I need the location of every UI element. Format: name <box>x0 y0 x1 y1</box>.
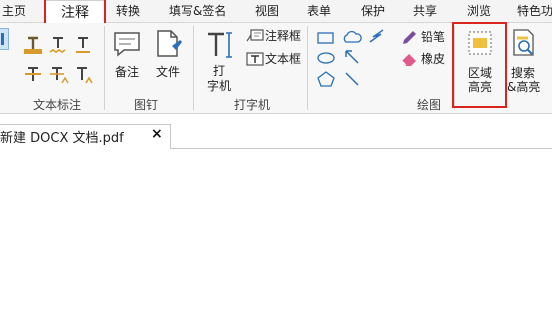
menu-features[interactable]: 特色功 <box>517 2 552 20</box>
group-label-drawing: 绘图 <box>417 98 442 112</box>
insert-text-icon <box>77 67 93 84</box>
select-text-button[interactable] <box>0 28 9 50</box>
menu-convert[interactable]: 转换 <box>116 2 140 20</box>
callout-label: 注释框 <box>265 29 302 43</box>
squiggly-underline-icon <box>49 37 66 53</box>
typewriter-icon <box>208 32 232 58</box>
file-attach-button[interactable] <box>152 28 184 63</box>
menu-protect[interactable]: 保护 <box>361 2 385 20</box>
eraser-label: 橡皮 <box>421 52 446 66</box>
rectangle-button[interactable] <box>316 30 336 49</box>
pencil-label: 铅笔 <box>421 30 446 44</box>
rectangle-icon <box>317 32 334 44</box>
group-label-pin: 图钉 <box>134 98 159 112</box>
group-separator <box>193 26 194 110</box>
group-label-typewriter: 打字机 <box>234 98 271 112</box>
group-label-text-markup: 文本标注 <box>33 98 82 112</box>
polygon-button[interactable] <box>316 70 336 91</box>
underline-icon <box>76 37 90 53</box>
replace-text-icon <box>50 67 69 84</box>
file-attachment-icon <box>157 30 182 57</box>
group-separator <box>104 26 105 110</box>
note-icon <box>114 32 140 57</box>
pencil-button[interactable] <box>400 30 418 49</box>
oval-button[interactable] <box>316 50 336 69</box>
highlight-icon <box>24 36 42 54</box>
insert-text-button[interactable] <box>73 65 95 88</box>
menu-share[interactable]: 共享 <box>413 2 437 20</box>
typewriter-button[interactable] <box>205 30 235 63</box>
eraser-button[interactable] <box>400 51 418 70</box>
menu-fill-sign[interactable]: 填写&签名 <box>169 2 226 20</box>
group-separator <box>307 26 308 110</box>
textbox-label: 文本框 <box>265 52 302 66</box>
callout-button[interactable] <box>246 28 264 47</box>
menu-browse[interactable]: 浏览 <box>467 2 491 20</box>
line-icon <box>345 72 359 86</box>
text-select-icon <box>1 33 4 45</box>
strikeout-icon <box>25 67 41 81</box>
line-button[interactable] <box>342 70 362 91</box>
replace-text-button[interactable] <box>48 65 70 88</box>
textbox-button[interactable] <box>246 51 264 70</box>
menu-form[interactable]: 表单 <box>307 2 331 20</box>
polyline-icon <box>369 29 384 43</box>
cloud-button[interactable] <box>342 28 362 49</box>
document-tab-title: 新建 DOCX 文档.pdf <box>0 131 124 146</box>
search-highlight-button[interactable] <box>511 28 537 61</box>
callout-icon <box>246 29 264 42</box>
search-highlight-label-line1: 搜索 <box>511 66 536 80</box>
typewriter-label-line1: 打 <box>213 64 226 78</box>
eraser-icon <box>401 54 416 66</box>
arrow-button[interactable] <box>342 48 362 69</box>
menu-home[interactable]: 主页 <box>2 2 26 20</box>
search-highlight-icon <box>513 29 534 56</box>
oval-icon <box>317 52 335 64</box>
close-tab-icon[interactable]: × <box>151 126 163 142</box>
pencil-icon <box>403 31 416 44</box>
file-label: 文件 <box>156 65 181 79</box>
note-button[interactable] <box>112 30 142 61</box>
search-highlight-label-line2: &高亮 <box>507 80 541 94</box>
textbox-icon <box>246 52 264 66</box>
arrow-icon <box>345 50 359 64</box>
squiggly-button[interactable] <box>48 35 68 58</box>
highlight-text-button[interactable] <box>23 35 43 58</box>
note-label: 备注 <box>115 65 140 79</box>
area-highlight-emphasis-box <box>452 22 507 108</box>
typewriter-label-line2: 字机 <box>207 79 232 93</box>
underline-button[interactable] <box>73 35 93 58</box>
polyline-button[interactable] <box>367 28 387 49</box>
document-canvas[interactable] <box>0 149 552 317</box>
polygon-icon <box>317 71 335 87</box>
cloud-icon <box>343 30 362 43</box>
strikeout-button[interactable] <box>23 65 43 88</box>
menu-view[interactable]: 视图 <box>255 2 279 20</box>
